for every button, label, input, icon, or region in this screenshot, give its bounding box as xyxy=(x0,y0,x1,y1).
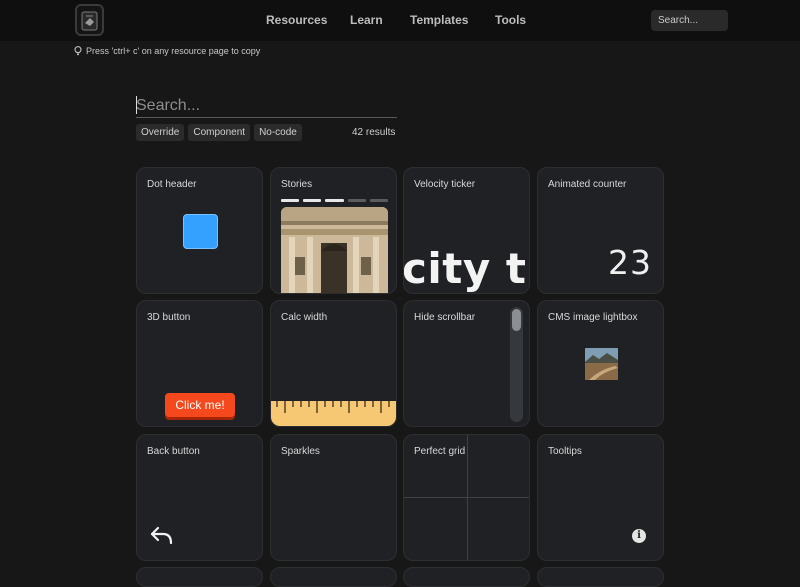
card-partial[interactable] xyxy=(403,567,530,587)
card-back-button[interactable]: Back button xyxy=(136,434,263,561)
story-progress-segment xyxy=(347,199,366,202)
card-3d-button[interactable]: 3D button Click me! xyxy=(136,300,263,427)
ticker-text: city tic xyxy=(403,244,529,293)
results-count: 42 results xyxy=(352,127,396,138)
card-title: Stories xyxy=(281,179,313,190)
lightbox-thumbnail-image[interactable] xyxy=(585,348,618,380)
card-title: Tooltips xyxy=(548,446,582,457)
card-partial[interactable] xyxy=(136,567,263,587)
card-cms-image-lightbox[interactable]: CMS image lightbox xyxy=(537,300,664,427)
nav-resources[interactable]: Resources xyxy=(266,13,327,27)
story-building-image xyxy=(281,207,388,293)
top-navbar: Resources Learn Templates Tools xyxy=(0,0,800,41)
grid-line-horizontal xyxy=(404,497,529,498)
top-search-input[interactable] xyxy=(651,10,728,31)
back-arrow-icon[interactable] xyxy=(149,525,175,547)
lightbulb-icon xyxy=(74,46,82,56)
filter-no-code[interactable]: No-code xyxy=(254,124,302,141)
grid-line-vertical xyxy=(467,435,468,560)
filter-component[interactable]: Component xyxy=(188,124,251,141)
card-hide-scrollbar[interactable]: Hide scrollbar xyxy=(403,300,530,427)
scrollbar-track[interactable] xyxy=(510,307,523,422)
story-progress-segment xyxy=(281,199,300,202)
blue-square-preview xyxy=(183,214,218,249)
text-caret xyxy=(136,96,137,114)
card-title: 3D button xyxy=(147,312,191,323)
card-title: Animated counter xyxy=(548,179,627,190)
story-progress-segment xyxy=(303,199,322,202)
nav-tools[interactable]: Tools xyxy=(495,13,526,27)
card-stories[interactable]: Stories xyxy=(270,167,397,294)
ruler-preview xyxy=(271,401,396,426)
story-progress-segment xyxy=(325,199,344,202)
card-sparkles[interactable]: Sparkles xyxy=(270,434,397,561)
card-dot-header[interactable]: Dot header xyxy=(136,167,263,294)
story-progress-segment xyxy=(369,199,389,202)
card-perfect-grid[interactable]: Perfect grid xyxy=(403,434,530,561)
logo-icon[interactable] xyxy=(75,4,104,36)
nav-templates[interactable]: Templates xyxy=(410,13,468,27)
card-partial[interactable] xyxy=(537,567,664,587)
card-title: Perfect grid xyxy=(414,446,466,457)
filter-override[interactable]: Override xyxy=(136,124,185,141)
nav-learn[interactable]: Learn xyxy=(350,13,383,27)
resource-search-input[interactable] xyxy=(136,94,397,118)
counter-value: 23 xyxy=(608,243,652,282)
card-title: Sparkles xyxy=(281,446,320,457)
card-title: Dot header xyxy=(147,179,197,190)
card-title: Hide scrollbar xyxy=(414,312,476,323)
card-title: Velocity ticker xyxy=(414,179,476,190)
card-title: Back button xyxy=(147,446,200,457)
card-title: Calc width xyxy=(281,312,328,323)
scrollbar-thumb[interactable] xyxy=(512,309,521,331)
info-icon[interactable]: i xyxy=(632,529,646,543)
story-progress-bars xyxy=(281,199,389,202)
card-velocity-ticker[interactable]: Velocity ticker city tic xyxy=(403,167,530,294)
filter-chips: Override Component No-code xyxy=(136,124,302,141)
card-tooltips[interactable]: Tooltips i xyxy=(537,434,664,561)
card-title: CMS image lightbox xyxy=(548,312,638,323)
card-animated-counter[interactable]: Animated counter 23 xyxy=(537,167,664,294)
card-partial[interactable] xyxy=(270,567,397,587)
copy-hint: Press 'ctrl+ c' on any resource page to … xyxy=(74,46,260,56)
copy-hint-text: Press 'ctrl+ c' on any resource page to … xyxy=(86,46,261,56)
click-me-button[interactable]: Click me! xyxy=(165,393,235,417)
card-calc-width[interactable]: Calc width xyxy=(270,300,397,427)
